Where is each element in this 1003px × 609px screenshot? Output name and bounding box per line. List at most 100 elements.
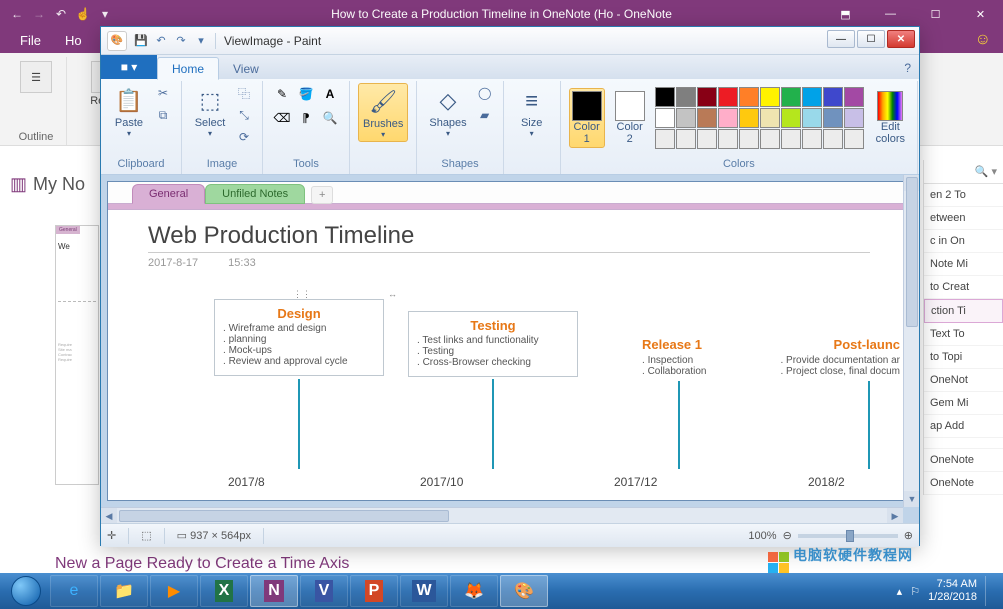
touch-icon[interactable]: ☝ xyxy=(74,5,92,23)
palette-swatch[interactable] xyxy=(760,108,780,128)
flag-icon[interactable]: ⚐ xyxy=(910,585,920,598)
tray-expand-icon[interactable]: ▴ xyxy=(897,585,903,598)
undo-icon[interactable]: ↶ xyxy=(52,5,70,23)
page-list-item[interactable] xyxy=(924,438,1003,449)
page-list-item[interactable]: Note Mi xyxy=(924,253,1003,276)
brushes-button[interactable]: 🖌Brushes▾ xyxy=(358,83,408,142)
show-desktop-button[interactable] xyxy=(985,576,993,606)
palette-swatch[interactable] xyxy=(718,129,738,149)
horizontal-scrollbar[interactable]: ◀ ▶ xyxy=(101,507,903,523)
palette-swatch[interactable] xyxy=(697,108,717,128)
paint-maximize-button[interactable]: ☐ xyxy=(857,30,885,48)
resize-paint-icon[interactable]: ⤡ xyxy=(234,105,254,125)
v-scroll-thumb[interactable] xyxy=(906,177,918,327)
section-tab-unfiled[interactable]: Unfiled Notes xyxy=(205,184,305,204)
feedback-smiley-icon[interactable]: ☺ xyxy=(975,31,991,49)
pencil-icon[interactable]: ✎ xyxy=(271,83,293,105)
taskbar-excel[interactable]: X xyxy=(200,575,248,607)
paint-close-button[interactable]: ✕ xyxy=(887,30,915,48)
color1-button[interactable]: Color 1 xyxy=(569,88,605,148)
palette-swatch[interactable] xyxy=(844,108,864,128)
timeline-card[interactable]: DesignWireframe and designplanningMock-u… xyxy=(214,299,384,376)
start-button[interactable] xyxy=(4,575,48,607)
scroll-right-icon[interactable]: ▶ xyxy=(887,508,903,523)
palette-swatch[interactable] xyxy=(823,108,843,128)
page-list-item[interactable]: ap Add xyxy=(924,415,1003,438)
picker-icon[interactable]: ⁋ xyxy=(295,107,317,129)
shape-fill-icon[interactable]: ▰ xyxy=(475,105,495,125)
minimize-icon[interactable]: ― xyxy=(868,0,913,28)
palette-swatch[interactable] xyxy=(844,129,864,149)
page-list-item[interactable]: en 2 To xyxy=(924,184,1003,207)
edit-colors-button[interactable]: Edit colors xyxy=(872,89,909,147)
page-list-item[interactable]: to Creat xyxy=(924,276,1003,299)
palette-swatch[interactable] xyxy=(697,87,717,107)
select-button[interactable]: ⬚Select▾ xyxy=(190,83,230,140)
taskbar-onenote[interactable]: N xyxy=(250,575,298,607)
taskbar-word[interactable]: W xyxy=(400,575,448,607)
paint-titlebar[interactable]: 🎨 💾 ↶ ↷ ▾ ViewImage - Paint ― ☐ ✕ xyxy=(101,27,919,55)
palette-swatch[interactable] xyxy=(739,108,759,128)
taskbar-mediaplayer[interactable]: ▶ xyxy=(150,575,198,607)
crop-icon[interactable]: ⿻ xyxy=(234,83,254,103)
palette-swatch[interactable] xyxy=(655,129,675,149)
system-tray[interactable]: ▴ ⚐ 7:54 AM 1/28/2018 xyxy=(897,576,999,606)
palette-swatch[interactable] xyxy=(802,129,822,149)
ribbon-options-icon[interactable]: ⬒ xyxy=(823,0,868,28)
magnifier-icon[interactable]: 🔍 xyxy=(319,107,341,129)
cut-icon[interactable]: ✂ xyxy=(153,83,173,103)
taskbar-ie[interactable]: e xyxy=(50,575,98,607)
page-list-item[interactable]: OneNot xyxy=(924,369,1003,392)
palette-swatch[interactable] xyxy=(655,87,675,107)
page-list-item[interactable]: etween xyxy=(924,207,1003,230)
paint-minimize-button[interactable]: ― xyxy=(827,30,855,48)
paste-button[interactable]: 📋Paste▾ xyxy=(109,83,149,140)
palette-swatch[interactable] xyxy=(760,87,780,107)
text-icon[interactable]: A xyxy=(319,83,341,105)
rotate-icon[interactable]: ⟳ xyxy=(234,127,254,147)
fill-icon[interactable]: 🪣 xyxy=(295,83,317,105)
palette-swatch[interactable] xyxy=(718,87,738,107)
paint-help-icon[interactable]: ? xyxy=(896,57,919,79)
close-icon[interactable]: ✕ xyxy=(958,0,1003,28)
taskbar-explorer[interactable]: 📁 xyxy=(100,575,148,607)
palette-swatch[interactable] xyxy=(760,129,780,149)
palette-swatch[interactable] xyxy=(676,87,696,107)
maximize-icon[interactable]: ☐ xyxy=(913,0,958,28)
palette-swatch[interactable] xyxy=(844,87,864,107)
palette-swatch[interactable] xyxy=(718,108,738,128)
palette-swatch[interactable] xyxy=(802,108,822,128)
page-list-item[interactable]: Gem Mi xyxy=(924,392,1003,415)
paint-home-tab[interactable]: Home xyxy=(157,57,219,80)
home-tab[interactable]: Ho xyxy=(55,29,92,52)
h-scroll-thumb[interactable] xyxy=(119,510,449,522)
clock[interactable]: 7:54 AM 1/28/2018 xyxy=(928,578,977,604)
palette-swatch[interactable] xyxy=(676,129,696,149)
qat-customize-icon[interactable]: ▾ xyxy=(193,33,209,49)
scroll-down-icon[interactable]: ▼ xyxy=(904,491,919,507)
palette-swatch[interactable] xyxy=(697,129,717,149)
save-icon[interactable]: 💾 xyxy=(133,33,149,49)
size-button[interactable]: ≡Size▾ xyxy=(512,83,552,140)
palette-swatch[interactable] xyxy=(781,87,801,107)
timeline-card[interactable]: TestingTest links and functionalityTesti… xyxy=(408,311,578,377)
palette-swatch[interactable] xyxy=(739,87,759,107)
qat-dropdown-icon[interactable]: ▾ xyxy=(96,5,114,23)
palette-swatch[interactable] xyxy=(823,87,843,107)
section-tab-general[interactable]: General xyxy=(132,184,205,204)
page-title[interactable]: Web Production Timeline xyxy=(148,222,870,250)
taskbar-visio[interactable]: V xyxy=(300,575,348,607)
outline-button[interactable]: ☰ xyxy=(14,61,58,93)
page-list-item[interactable]: Text To xyxy=(924,323,1003,346)
page-list-item[interactable]: OneNote xyxy=(924,449,1003,472)
color-palette[interactable] xyxy=(655,87,864,149)
taskbar-paint[interactable]: 🎨 xyxy=(500,575,548,607)
paint-file-tab[interactable]: ■ ▾ xyxy=(101,55,157,79)
paint-canvas[interactable]: General Unfiled Notes + Web Production T… xyxy=(107,181,911,501)
shape-outline-icon[interactable]: ◯ xyxy=(475,83,495,103)
forward-icon[interactable]: → xyxy=(30,5,48,23)
eraser-icon[interactable]: ⌫ xyxy=(271,107,293,129)
file-tab[interactable]: File xyxy=(10,29,51,52)
palette-swatch[interactable] xyxy=(781,129,801,149)
zoom-out-button[interactable]: ⊖ xyxy=(783,529,792,542)
